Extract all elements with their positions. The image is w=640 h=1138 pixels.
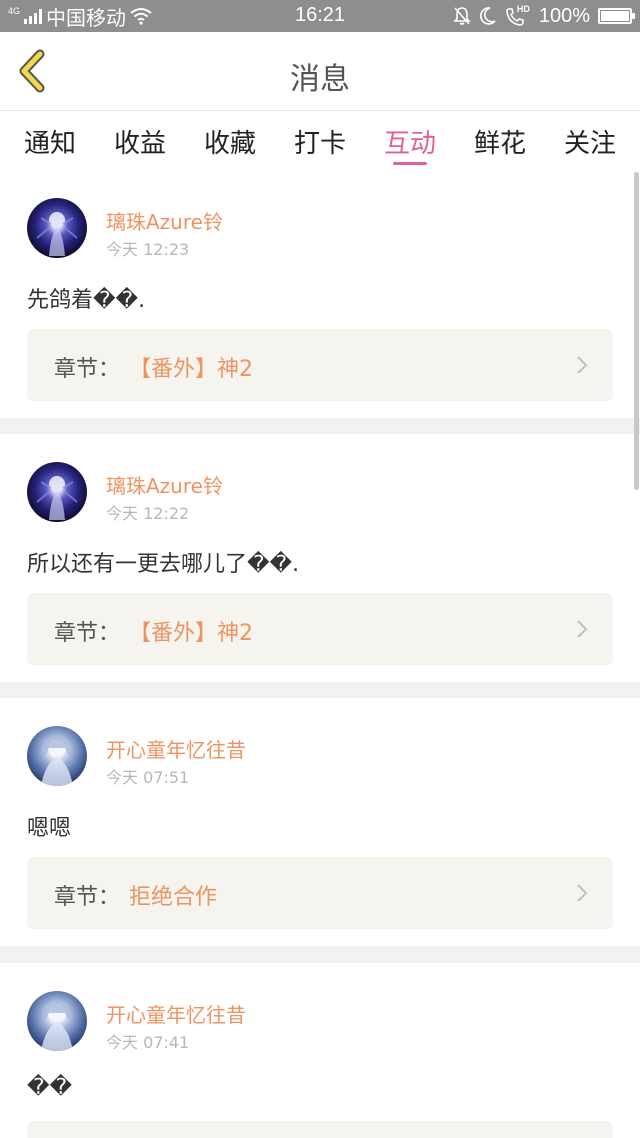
status-right: HD 100% <box>452 4 635 28</box>
chapter-name: 【番外】神2 <box>129 357 253 382</box>
avatar[interactable] <box>27 991 87 1051</box>
scrollbar[interactable] <box>634 172 639 490</box>
moon-icon <box>479 7 496 25</box>
chapter-link[interactable] <box>27 1121 613 1138</box>
username[interactable]: 璃珠Azure铃 <box>106 470 223 499</box>
timestamp: 今天 07:51 <box>106 768 190 787</box>
battery-percent: 100% <box>538 4 590 27</box>
chevron-right-icon <box>577 620 588 638</box>
chapter-prefix: 章节： <box>54 885 121 910</box>
mute-icon <box>452 7 471 25</box>
tab-flowers[interactable]: 鲜花 <box>474 111 526 169</box>
chevron-right-icon <box>577 356 588 374</box>
avatar[interactable] <box>27 726 87 786</box>
tab-notifications[interactable]: 通知 <box>24 111 76 169</box>
status-bar: 4G 中国移动 16:21 HD 100% <box>0 0 640 32</box>
message-content: 嗯嗯 <box>27 816 72 841</box>
tab-earnings[interactable]: 收益 <box>114 111 166 169</box>
username[interactable]: 开心童年忆往昔 <box>106 734 246 763</box>
battery-icon <box>598 8 635 24</box>
timestamp: 今天 07:41 <box>106 1033 190 1052</box>
chevron-right-icon <box>577 884 588 902</box>
tab-favorites[interactable]: 收藏 <box>204 111 256 169</box>
chapter-link[interactable]: 章节： 【番外】神2 <box>27 329 613 401</box>
tab-bar: 通知 收益 收藏 打卡 互动 鲜花 关注 <box>0 111 640 169</box>
timestamp: 今天 12:22 <box>106 504 190 523</box>
message-card[interactable]: 开心童年忆往昔 今天 07:51 嗯嗯 章节： 拒绝合作 <box>0 698 640 946</box>
chapter-prefix: 章节： <box>54 621 121 646</box>
page-title: 消息 <box>290 62 350 97</box>
message-feed[interactable]: 璃珠Azure铃 今天 12:23 先鸽着��. 章节： 【番外】神2 璃珠Az… <box>0 170 640 1138</box>
chapter-prefix: 章节： <box>54 357 121 382</box>
tab-checkin[interactable]: 打卡 <box>294 111 346 169</box>
timestamp: 今天 12:23 <box>106 240 190 259</box>
hd-label: HD <box>516 4 530 14</box>
message-card[interactable]: 璃珠Azure铃 今天 12:23 先鸽着��. 章节： 【番外】神2 <box>0 170 640 418</box>
message-content: 先鸽着��. <box>27 288 146 313</box>
username[interactable]: 璃珠Azure铃 <box>106 206 223 235</box>
chapter-link[interactable]: 章节： 拒绝合作 <box>27 857 613 929</box>
username[interactable]: 开心童年忆往昔 <box>106 999 246 1028</box>
chapter-name: 拒绝合作 <box>129 885 218 910</box>
hd-call-icon: HD <box>505 4 531 26</box>
tab-follows[interactable]: 关注 <box>564 111 616 169</box>
message-card[interactable]: 开心童年忆往昔 今天 07:41 �� <box>0 963 640 1138</box>
chapter-link[interactable]: 章节： 【番外】神2 <box>27 593 613 665</box>
message-content: �� <box>27 1075 73 1100</box>
chapter-name: 【番外】神2 <box>129 621 253 646</box>
avatar[interactable] <box>27 462 87 522</box>
message-card[interactable]: 璃珠Azure铃 今天 12:22 所以还有一更去哪儿了��. 章节： 【番外】… <box>0 434 640 682</box>
tab-interactions[interactable]: 互动 <box>384 111 436 169</box>
avatar[interactable] <box>27 198 87 258</box>
message-content: 所以还有一更去哪儿了��. <box>27 552 300 577</box>
header: 消息 <box>0 32 640 111</box>
